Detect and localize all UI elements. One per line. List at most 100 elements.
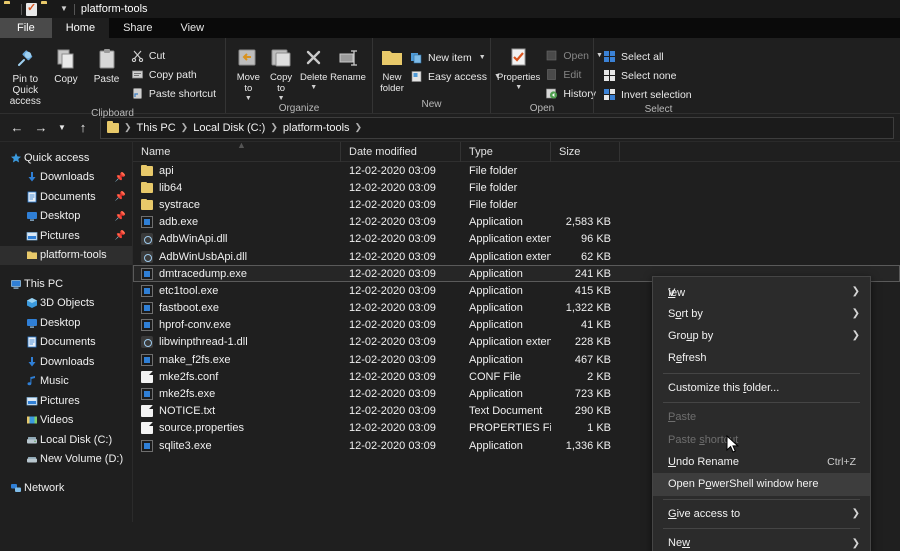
invert-selection-button[interactable]: Invert selection: [600, 86, 695, 103]
table-row[interactable]: systrace 12-02-2020 03:09 File folder: [133, 196, 900, 213]
file-date: 12-02-2020 03:09: [341, 233, 461, 245]
tab-view[interactable]: View: [166, 18, 218, 38]
file-name: make_f2fs.exe: [159, 354, 231, 366]
pin-to-quick-access-button[interactable]: Pin to Quick access: [6, 43, 45, 107]
select-none-label: Select none: [621, 70, 676, 82]
sidebar-item-network[interactable]: Network: [0, 478, 132, 498]
properties-button[interactable]: Properties ▼: [497, 43, 540, 91]
pin-icon[interactable]: 📌: [115, 191, 126, 202]
file-name: adb.exe: [159, 216, 198, 228]
copy-icon: [53, 46, 79, 72]
sidebar-item-desktop[interactable]: Desktop 📌: [0, 207, 132, 227]
new-folder-button[interactable]: New folder: [379, 43, 405, 94]
breadcrumb-separator[interactable]: ❯: [353, 122, 365, 133]
titlebar-divider: [21, 4, 22, 15]
tab-share[interactable]: Share: [109, 18, 166, 38]
column-header-date-modified[interactable]: Date modified: [341, 142, 461, 162]
menu-item-sort-by[interactable]: Sort by ❯: [653, 302, 870, 324]
cut-button[interactable]: Cut: [128, 47, 219, 64]
sidebar-item-desktop-pc[interactable]: Desktop: [0, 313, 132, 333]
window-title: platform-tools: [81, 3, 148, 15]
3d-objects-icon: [24, 297, 40, 309]
new-folder-icon[interactable]: [41, 3, 54, 16]
sidebar-item-new-volume-d[interactable]: New Volume (D:): [0, 450, 132, 470]
menu-item-paste: Paste: [653, 406, 870, 428]
copy-to-button[interactable]: Copy to ▼: [265, 43, 298, 102]
select-none-button[interactable]: Select none: [600, 67, 695, 84]
paste-button[interactable]: Paste: [87, 43, 126, 85]
sidebar-item-this-pc[interactable]: This PC: [0, 274, 132, 294]
copy-path-button[interactable]: Copy path: [128, 66, 219, 83]
sidebar-item-videos[interactable]: Videos: [0, 411, 132, 431]
select-all-button[interactable]: Select all: [600, 48, 695, 65]
properties-icon[interactable]: [26, 3, 37, 16]
sidebar-item-documents-pc[interactable]: Documents: [0, 333, 132, 353]
titlebar-divider-2: [74, 4, 75, 15]
file-type: Application exten...: [461, 336, 551, 348]
this-pc-icon: [8, 278, 24, 290]
menu-item-customize-this-folder[interactable]: Customize this folder...: [653, 377, 870, 399]
chevron-right-icon: ❯: [852, 330, 860, 341]
paste-shortcut-button[interactable]: Paste shortcut: [128, 85, 219, 102]
column-header-size[interactable]: Size: [551, 142, 620, 162]
menu-item-give-access-to[interactable]: Give access to ❯: [653, 503, 870, 525]
chevron-down-icon[interactable]: ▼: [479, 54, 486, 61]
breadcrumb-item-this-pc[interactable]: This PC: [137, 122, 176, 134]
breadcrumb-item-local-disk[interactable]: Local Disk (C:): [193, 122, 265, 134]
navigation-pane: Quick access Downloads 📌 Documents 📌: [0, 142, 133, 522]
rename-label: Rename: [330, 72, 366, 83]
sidebar-item-downloads-pc[interactable]: Downloads: [0, 352, 132, 372]
sidebar-item-pictures[interactable]: Pictures 📌: [0, 226, 132, 246]
breadcrumb-separator[interactable]: ❯: [268, 122, 280, 133]
menu-item-group-by[interactable]: Group by ❯: [653, 325, 870, 347]
sidebar-item-local-disk-c[interactable]: Local Disk (C:): [0, 430, 132, 450]
move-to-button[interactable]: Move to ▼: [232, 43, 265, 102]
tab-home[interactable]: Home: [52, 18, 109, 38]
menu-item-open-powershell-window-here[interactable]: Open PowerShell window here: [653, 473, 870, 495]
easy-access-label: Easy access: [428, 71, 487, 83]
table-row[interactable]: api 12-02-2020 03:09 File folder: [133, 162, 900, 179]
sidebar-item-downloads[interactable]: Downloads 📌: [0, 168, 132, 188]
rename-icon: [336, 46, 360, 70]
menu-item-undo-rename[interactable]: Undo Rename Ctrl+Z: [653, 451, 870, 473]
sidebar-item-label: Videos: [40, 414, 126, 426]
ribbon-group-label-new: New: [373, 98, 490, 113]
tab-file[interactable]: File: [0, 18, 52, 38]
videos-icon: [24, 414, 40, 426]
table-row[interactable]: AdbWinApi.dll 12-02-2020 03:09 Applicati…: [133, 231, 900, 248]
file-type: Application: [461, 268, 551, 280]
sidebar-item-music[interactable]: Music: [0, 372, 132, 392]
breadcrumb-item-platform-tools[interactable]: platform-tools: [283, 122, 350, 134]
pin-icon[interactable]: 📌: [115, 230, 126, 241]
pin-icon[interactable]: 📌: [115, 211, 126, 222]
pin-icon[interactable]: 📌: [115, 172, 126, 183]
chevron-down-icon[interactable]: ▼: [310, 85, 317, 91]
table-row[interactable]: adb.exe 12-02-2020 03:09 Application 2,5…: [133, 214, 900, 231]
copy-button[interactable]: Copy: [47, 43, 86, 85]
table-row[interactable]: lib64 12-02-2020 03:09 File folder: [133, 179, 900, 196]
sidebar-item-label: Pictures: [40, 230, 115, 242]
delete-button[interactable]: Delete ▼: [297, 43, 330, 91]
chevron-down-icon[interactable]: ▼: [58, 5, 70, 13]
sidebar-item-label: Music: [40, 375, 126, 387]
chevron-down-icon[interactable]: ▼: [515, 85, 522, 91]
menu-item-view[interactable]: VViewiew ❯: [653, 280, 870, 302]
network-icon: [8, 482, 24, 494]
file-type: Text Document: [461, 405, 551, 417]
breadcrumb-separator[interactable]: ❯: [179, 122, 191, 133]
sidebar-item-documents[interactable]: Documents 📌: [0, 187, 132, 207]
menu-item-refresh[interactable]: Refresh: [653, 347, 870, 369]
menu-item-new[interactable]: New ❯: [653, 532, 870, 551]
rename-button[interactable]: Rename: [330, 43, 366, 83]
file-date: 12-02-2020 03:09: [341, 371, 461, 383]
title-bar: ▼ platform-tools: [0, 0, 900, 18]
properties-label: Properties: [497, 72, 540, 83]
cut-label: Cut: [149, 50, 165, 62]
sidebar-item-pictures-pc[interactable]: Pictures: [0, 391, 132, 411]
sidebar-item-3d-objects[interactable]: 3D Objects: [0, 294, 132, 314]
column-header-type[interactable]: Type: [461, 142, 551, 162]
sidebar-item-platform-tools[interactable]: platform-tools: [0, 246, 132, 266]
exe-icon: [141, 216, 153, 228]
table-row[interactable]: AdbWinUsbApi.dll 12-02-2020 03:09 Applic…: [133, 248, 900, 265]
sidebar-item-quick-access[interactable]: Quick access: [0, 148, 132, 168]
